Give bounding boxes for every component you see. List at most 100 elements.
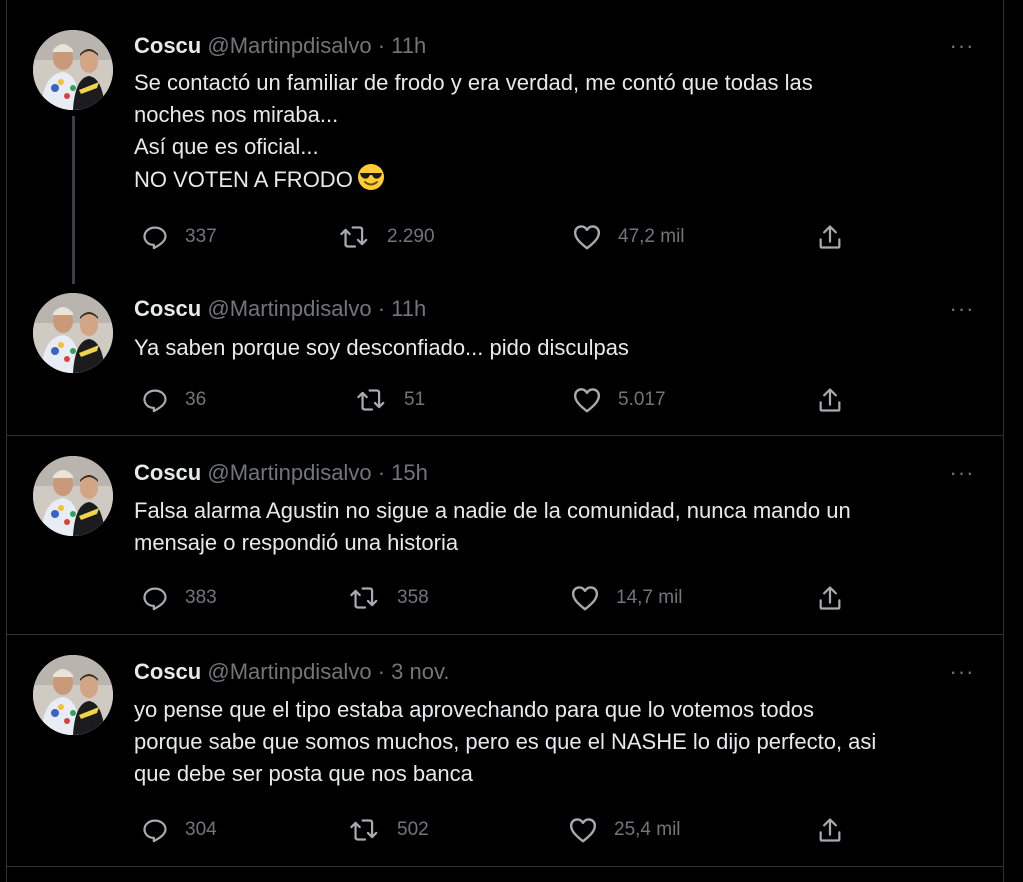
- like-count: 14,7 mil: [616, 587, 683, 608]
- sunglasses-emoji-icon: [357, 164, 384, 190]
- divider: [7, 866, 1003, 867]
- reply-icon: [143, 226, 167, 250]
- tweet-1[interactable]: Coscu @Martinpdisalvo · 11h ··· Se conta…: [7, 0, 1003, 285]
- separator: ·: [377, 296, 386, 321]
- avatar[interactable]: [33, 456, 113, 536]
- avatar-photo: [33, 655, 113, 735]
- tweet-text-line: noches nos miraba...: [134, 102, 339, 127]
- username[interactable]: @Martinpdisalvo: [207, 659, 371, 684]
- like-button[interactable]: 14,7 mil: [570, 583, 683, 613]
- like-button[interactable]: 25,4 mil: [568, 815, 681, 845]
- tweet-actions: 383 358 14,7 mil: [134, 583, 854, 613]
- avatar-photo: [33, 30, 113, 110]
- username[interactable]: @Martinpdisalvo: [207, 460, 371, 485]
- tweet-text-line: Falsa alarma Agustin no sigue a nadie de…: [134, 498, 851, 523]
- share-icon: [819, 388, 841, 412]
- tweet-text-line: que debe ser posta que nos banca: [134, 761, 473, 786]
- tweet-text-line: mensaje o respondió una historia: [134, 530, 459, 555]
- share-button[interactable]: [817, 385, 843, 415]
- reply-button[interactable]: 304: [141, 815, 217, 845]
- tweet-header: Coscu @Martinpdisalvo · 15h: [134, 460, 428, 486]
- like-count: 25,4 mil: [614, 819, 681, 840]
- display-name[interactable]: Coscu: [134, 296, 201, 321]
- heart-icon: [569, 818, 597, 843]
- retweet-icon: [357, 389, 385, 411]
- more-icon[interactable]: ···: [947, 298, 977, 321]
- more-icon[interactable]: ···: [947, 35, 977, 58]
- share-icon: [819, 818, 841, 842]
- tweet-4[interactable]: Coscu @Martinpdisalvo · 3 nov. ··· yo pe…: [7, 635, 1003, 865]
- reply-icon: [143, 819, 167, 843]
- retweet-icon: [350, 587, 378, 609]
- tweet-text-line: porque sabe que somos muchos, pero es qu…: [134, 729, 877, 754]
- reply-icon: [143, 587, 167, 611]
- tweet-text: Se contactó un familiar de frodo y era v…: [134, 67, 984, 196]
- reply-icon: [143, 389, 167, 413]
- username[interactable]: @Martinpdisalvo: [207, 33, 371, 58]
- retweet-count: 51: [404, 389, 426, 410]
- tweet-text-line-with-emoji: NO VOTEN A FRODO: [134, 163, 984, 196]
- timeline: Coscu @Martinpdisalvo · 11h ··· Se conta…: [6, 0, 1004, 882]
- retweet-button[interactable]: 358: [349, 583, 429, 613]
- avatar[interactable]: [33, 655, 113, 735]
- tweet-text: Ya saben porque soy desconfiado... pido …: [134, 332, 984, 364]
- more-icon[interactable]: ···: [947, 462, 977, 485]
- timestamp[interactable]: 11h: [391, 296, 426, 321]
- display-name[interactable]: Coscu: [134, 460, 201, 485]
- reply-button[interactable]: 383: [141, 583, 217, 613]
- tweet-2[interactable]: Coscu @Martinpdisalvo · 11h ··· Ya saben…: [7, 285, 1003, 435]
- timestamp[interactable]: 15h: [391, 460, 428, 485]
- thread-connector: [72, 116, 75, 284]
- reply-button[interactable]: 337: [141, 222, 217, 252]
- tweet-3[interactable]: Coscu @Martinpdisalvo · 15h ··· Falsa al…: [7, 436, 1003, 634]
- heart-icon: [571, 586, 599, 611]
- avatar-photo: [33, 456, 113, 536]
- like-button[interactable]: 47,2 mil: [572, 222, 685, 252]
- reply-count: 36: [185, 389, 207, 410]
- share-button[interactable]: [817, 583, 843, 613]
- heart-icon: [573, 388, 601, 413]
- tweet-actions: 36 51 5.017: [134, 385, 854, 415]
- retweet-count: 502: [397, 819, 429, 840]
- like-count: 47,2 mil: [618, 226, 685, 247]
- tweet-text-line: NO VOTEN A FRODO: [134, 167, 353, 192]
- separator: ·: [377, 659, 386, 684]
- reply-button[interactable]: 36: [141, 385, 206, 415]
- reply-count: 383: [185, 587, 217, 608]
- share-button[interactable]: [817, 815, 843, 845]
- tweet-text: yo pense que el tipo estaba aprovechando…: [134, 694, 984, 790]
- avatar-photo: [33, 293, 113, 373]
- reply-count: 304: [185, 819, 217, 840]
- share-icon: [819, 225, 841, 249]
- tweet-text: Falsa alarma Agustin no sigue a nadie de…: [134, 495, 984, 559]
- more-icon[interactable]: ···: [947, 661, 977, 684]
- retweet-icon: [340, 226, 368, 248]
- tweet-header: Coscu @Martinpdisalvo · 11h: [134, 296, 426, 322]
- timestamp[interactable]: 3 nov.: [391, 659, 449, 684]
- retweet-button[interactable]: 502: [349, 815, 429, 845]
- retweet-button[interactable]: 51: [356, 385, 425, 415]
- tweet-text-line: yo pense que el tipo estaba aprovechando…: [134, 697, 815, 722]
- avatar[interactable]: [33, 30, 113, 110]
- share-icon: [819, 586, 841, 610]
- avatar[interactable]: [33, 293, 113, 373]
- tweet-header: Coscu @Martinpdisalvo · 11h: [134, 33, 426, 59]
- retweet-button[interactable]: 2.290: [339, 222, 435, 252]
- tweet-actions: 304 502 25,4 mil: [134, 815, 854, 845]
- tweet-text-line: Ya saben porque soy desconfiado... pido …: [134, 335, 629, 360]
- tweet-text-line: Así que es oficial...: [134, 134, 319, 159]
- share-button[interactable]: [817, 222, 843, 252]
- retweet-count: 358: [397, 587, 429, 608]
- like-button[interactable]: 5.017: [572, 385, 666, 415]
- display-name[interactable]: Coscu: [134, 659, 201, 684]
- heart-icon: [573, 225, 601, 250]
- timestamp[interactable]: 11h: [391, 33, 426, 58]
- username[interactable]: @Martinpdisalvo: [207, 296, 371, 321]
- like-count: 5.017: [618, 389, 666, 410]
- separator: ·: [377, 33, 386, 58]
- retweet-count: 2.290: [387, 226, 435, 247]
- retweet-icon: [350, 819, 378, 841]
- separator: ·: [377, 460, 386, 485]
- display-name[interactable]: Coscu: [134, 33, 201, 58]
- reply-count: 337: [185, 226, 217, 247]
